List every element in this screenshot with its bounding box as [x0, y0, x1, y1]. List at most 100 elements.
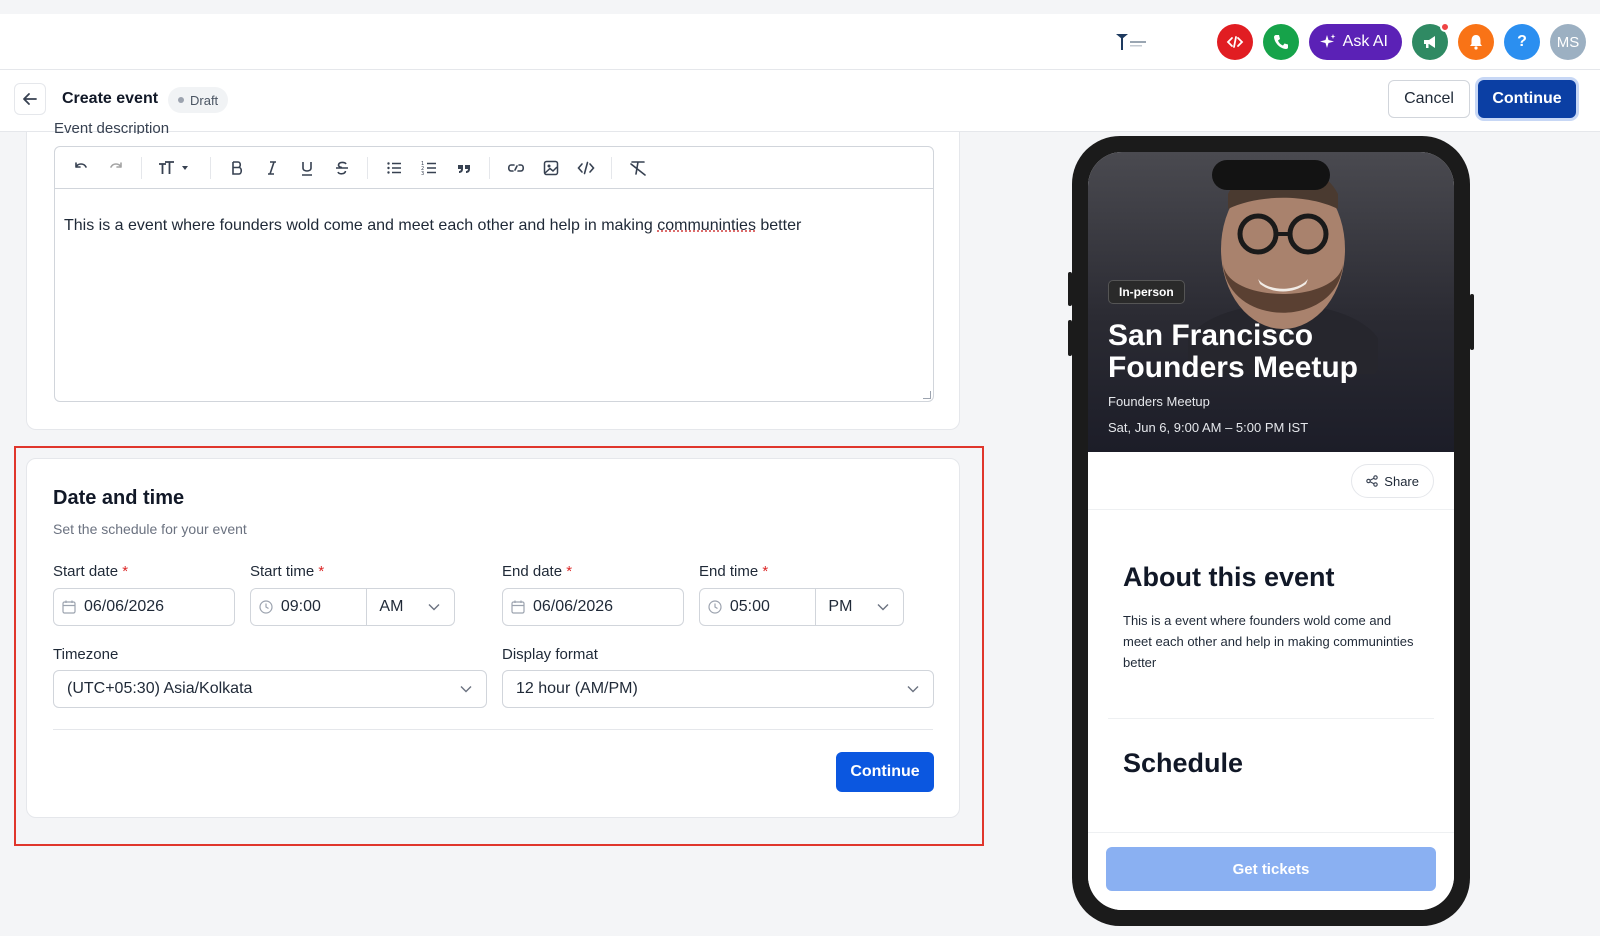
about-heading: About this event	[1123, 562, 1335, 592]
page-title: Create event	[62, 90, 159, 107]
get-tickets-button[interactable]: Get tickets	[1106, 847, 1436, 891]
end-date-label-text: End date	[502, 563, 563, 580]
editor-toolbar: 123	[55, 147, 933, 189]
start-time-label-text: Start time	[250, 563, 315, 580]
display-format-label: Display format	[502, 646, 598, 663]
start-date-value: 06/06/2026	[84, 598, 165, 615]
underline-icon[interactable]	[291, 154, 322, 182]
status-badge: Draft	[168, 87, 229, 113]
bell-icon[interactable]	[1458, 24, 1494, 60]
phone-side-button	[1470, 294, 1474, 350]
required-mark: *	[566, 563, 573, 580]
end-time-input[interactable]: 05:00 PM	[699, 588, 904, 626]
timezone-value: (UTC+05:30) Asia/Kolkata	[67, 680, 253, 697]
toolbar-divider	[210, 156, 211, 179]
event-datetime: Sat, Jun 6, 9:00 AM – 5:00 PM IST	[1108, 420, 1309, 435]
strikethrough-icon[interactable]	[326, 154, 357, 182]
ticket-bar: Get tickets	[1088, 832, 1454, 910]
status-dot	[178, 97, 184, 103]
bullet-list-icon[interactable]	[378, 154, 409, 182]
end-time-value: 05:00	[729, 598, 770, 615]
clear-format-icon[interactable]	[622, 154, 653, 182]
description-text-part: This is a event where founders wold come…	[64, 217, 658, 234]
toolbar-divider	[611, 156, 612, 179]
event-type-badge: In-person	[1108, 280, 1185, 304]
toolbar-divider	[367, 156, 368, 179]
ask-ai-button[interactable]: Ask AI	[1308, 24, 1402, 60]
clock-icon	[251, 600, 281, 614]
date-time-title: Date and time	[53, 487, 185, 509]
redo-icon[interactable]	[100, 154, 131, 182]
megaphone-icon[interactable]	[1412, 22, 1450, 60]
top-bar: Ask AI ? MS	[0, 0, 1600, 70]
svg-text:3: 3	[421, 171, 424, 176]
date-time-card	[26, 458, 960, 818]
phone-icon[interactable]	[1262, 24, 1299, 60]
calendar-icon	[503, 600, 533, 614]
description-text[interactable]: This is a event where founders wold come…	[55, 189, 933, 263]
page-header: Create event Draft Cancel Continue	[0, 70, 1600, 132]
start-time-input[interactable]: 09:00 AM	[250, 588, 455, 626]
start-ampm-select[interactable]: AM	[366, 589, 454, 625]
end-time-label: End time *	[699, 563, 768, 580]
timezone-label: Timezone	[53, 646, 119, 663]
share-button[interactable]: Share	[1351, 464, 1434, 498]
end-date-input[interactable]: 06/06/2026	[502, 588, 684, 626]
back-button[interactable]	[14, 83, 46, 115]
event-title: San Francisco Founders Meetup	[1108, 319, 1359, 384]
start-date-input[interactable]: 06/06/2026	[53, 588, 235, 626]
chevron-down-icon	[907, 680, 919, 698]
clock-icon	[700, 600, 730, 614]
ask-ai-label: Ask AI	[1342, 33, 1388, 50]
chevron-down-icon	[877, 598, 889, 616]
start-time-value: 09:00	[280, 598, 321, 615]
required-mark: *	[318, 563, 325, 580]
date-time-subtitle: Set the schedule for your event	[53, 521, 247, 537]
undo-icon[interactable]	[65, 154, 96, 182]
phone-notch	[1212, 160, 1330, 190]
sparkle-icon	[1319, 34, 1336, 48]
code-icon[interactable]	[1216, 24, 1253, 60]
chevron-down-icon	[460, 680, 472, 698]
continue-button[interactable]: Continue	[836, 752, 934, 792]
about-text: This is a event where founders wold come…	[1123, 613, 1414, 670]
phone-screen: In-person San Francisco Founders Meetup …	[1088, 152, 1454, 910]
help-icon[interactable]: ?	[1504, 24, 1540, 60]
description-text-part: better	[755, 217, 802, 234]
status-badge-label: Draft	[190, 92, 219, 108]
italic-icon[interactable]	[256, 154, 287, 182]
text-size-icon[interactable]	[152, 154, 200, 182]
blockquote-icon[interactable]	[448, 154, 479, 182]
end-ampm-select[interactable]: PM	[815, 589, 903, 625]
user-avatar[interactable]: MS	[1550, 24, 1586, 60]
resize-handle[interactable]	[923, 391, 931, 399]
preview-divider	[1108, 718, 1434, 719]
timezone-select[interactable]: (UTC+05:30) Asia/Kolkata	[53, 670, 487, 708]
start-time-label: Start time *	[250, 563, 324, 580]
company-logo	[1116, 34, 1146, 50]
bold-icon[interactable]	[221, 154, 252, 182]
link-icon[interactable]	[500, 154, 531, 182]
start-date-label: Start date *	[53, 563, 128, 580]
display-format-select[interactable]: 12 hour (AM/PM)	[502, 670, 934, 708]
misspelled-word: communinties	[657, 217, 756, 234]
end-date-value: 06/06/2026	[533, 598, 614, 615]
display-format-value: 12 hour (AM/PM)	[516, 680, 638, 697]
image-icon[interactable]	[535, 154, 566, 182]
chevron-down-icon	[428, 598, 440, 616]
numbered-list-icon[interactable]: 123	[413, 154, 444, 182]
start-date-label-text: Start date	[53, 563, 119, 580]
header-continue-button[interactable]: Continue	[1478, 80, 1576, 118]
end-time-label-text: End time	[699, 563, 759, 580]
required-mark: *	[762, 563, 769, 580]
share-label: Share	[1384, 473, 1419, 489]
toolbar-divider	[489, 156, 490, 179]
notification-dot	[1440, 22, 1450, 32]
schedule-heading: Schedule	[1123, 748, 1244, 778]
end-ampm-value: PM	[828, 598, 853, 615]
rich-text-editor[interactable]: 123 This is a event where founders wold …	[54, 146, 934, 402]
code-block-icon[interactable]	[570, 154, 601, 182]
section-divider	[53, 729, 933, 730]
calendar-icon	[54, 600, 84, 614]
cancel-button[interactable]: Cancel	[1388, 80, 1470, 118]
